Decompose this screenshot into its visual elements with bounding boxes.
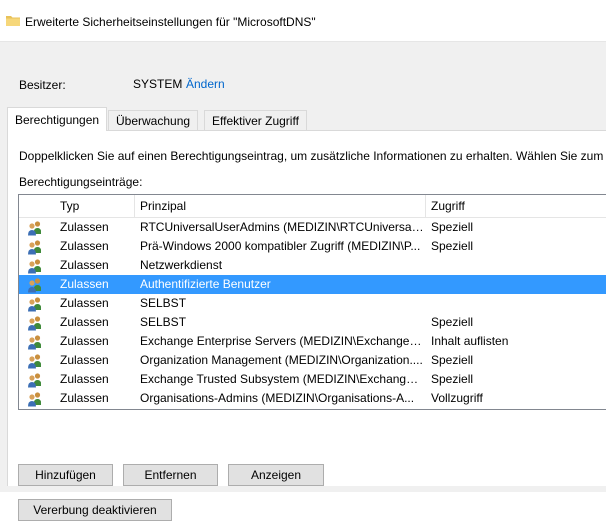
entry-zugriff: Speziell (431, 220, 474, 234)
entry-zugriff (431, 275, 606, 294)
permission-entry-row[interactable]: Zulassen SELBST Speziell (19, 313, 606, 332)
info-text: Doppelklicken Sie auf einen Berechtigung… (19, 149, 606, 163)
entry-prinzipal: Authentifizierte Benutzer (140, 277, 271, 291)
add-button[interactable]: Hinzufügen (18, 464, 113, 486)
remove-button[interactable]: Entfernen (123, 464, 218, 486)
permission-entry-row[interactable]: Zulassen RTCUniversalUserAdmins (MEDIZIN\… (19, 218, 606, 237)
entry-typ: Zulassen (60, 315, 109, 329)
user-group-icon (23, 351, 41, 370)
user-group-icon (23, 313, 41, 332)
entry-zugriff: Vollzugriff (431, 391, 483, 405)
user-group-icon (23, 237, 41, 256)
column-header-zugriff[interactable]: Zugriff (425, 195, 606, 217)
user-group-icon (23, 332, 41, 351)
permission-entry-row[interactable]: Zulassen Netzwerkdienst (19, 256, 606, 275)
user-group-icon (23, 294, 41, 313)
permission-entry-row[interactable]: Zulassen Organization Management (MEDIZIN… (19, 351, 606, 370)
user-group-icon (23, 275, 41, 294)
permission-entry-row[interactable]: Zulassen Authentifizierte Benutzer (19, 275, 606, 294)
permission-entry-row[interactable]: Zulassen Exchange Enterprise Servers (MED… (19, 332, 606, 351)
entry-prinzipal: SELBST (140, 296, 187, 310)
permission-entry-row[interactable]: Zulassen Organisations-Admins (MEDIZIN\Or… (19, 389, 606, 408)
entry-prinzipal: Organisations-Admins (MEDIZIN\Organisati… (140, 391, 415, 405)
list-rows: Zulassen RTCUniversalUserAdmins (MEDIZIN\… (19, 218, 606, 408)
entry-zugriff: Speziell (431, 239, 474, 253)
column-header-typ[interactable]: Typ (54, 195, 134, 217)
column-header-prinzipal[interactable]: Prinzipal (134, 195, 425, 217)
permission-entry-row[interactable]: Zulassen Prä-Windows 2000 kompatibler Zug… (19, 237, 606, 256)
user-group-icon (23, 389, 41, 408)
view-button[interactable]: Anzeigen (228, 464, 324, 486)
list-header: Typ Prinzipal Zugriff (19, 195, 606, 218)
user-group-icon (23, 370, 41, 389)
change-owner-link[interactable]: Ändern (186, 77, 225, 91)
entry-typ: Zulassen (60, 258, 109, 272)
title-bar: Erweiterte Sicherheitseinstellungen für … (0, 0, 606, 42)
entry-typ: Zulassen (60, 296, 109, 310)
entry-typ: Zulassen (60, 391, 109, 405)
folder-icon (6, 16, 20, 26)
entry-prinzipal: SELBST (140, 315, 187, 329)
entry-prinzipal: Prä-Windows 2000 kompatibler Zugriff (ME… (140, 239, 421, 253)
dialog-client-area: Besitzer: SYSTEM Ändern Berechtigungen Ü… (0, 42, 606, 521)
disable-inheritance-button[interactable]: Vererbung deaktivieren (18, 499, 172, 521)
entry-prinzipal: Organization Management (MEDIZIN\Organiz… (140, 353, 423, 367)
owner-label: Besitzer: (19, 78, 66, 92)
entry-typ: Zulassen (60, 277, 109, 291)
entry-prinzipal: Exchange Trusted Subsystem (MEDIZIN\Exch… (140, 372, 424, 386)
permission-entry-row[interactable]: Zulassen Exchange Trusted Subsystem (MEDI… (19, 370, 606, 389)
entry-zugriff: Speziell (431, 315, 474, 329)
entry-typ: Zulassen (60, 353, 109, 367)
entry-zugriff (431, 294, 606, 313)
entry-prinzipal: RTCUniversalUserAdmins (MEDIZIN\RTCUnive… (140, 220, 424, 234)
tab-strip: Berechtigungen Überwachung Effektiver Zu… (7, 107, 606, 131)
entry-typ: Zulassen (60, 220, 109, 234)
permissions-panel: Doppelklicken Sie auf einen Berechtigung… (7, 130, 606, 521)
window-title: Erweiterte Sicherheitseinstellungen für … (25, 15, 316, 29)
tab-berechtigungen[interactable]: Berechtigungen (7, 107, 108, 131)
entry-prinzipal: Netzwerkdienst (140, 258, 223, 272)
entry-typ: Zulassen (60, 334, 109, 348)
permission-entries-list[interactable]: Typ Prinzipal Zugriff Zulassen RTCUnivers… (18, 194, 606, 410)
owner-value: SYSTEM (133, 77, 183, 91)
tab-effektiver-zugriff[interactable]: Effektiver Zugriff (204, 110, 307, 130)
entries-label: Berechtigungseinträge: (19, 175, 143, 189)
entry-zugriff: Speziell (431, 353, 474, 367)
entry-typ: Zulassen (60, 239, 109, 253)
user-group-icon (23, 218, 41, 237)
entry-prinzipal: Exchange Enterprise Servers (MEDIZIN\Exc… (140, 334, 424, 348)
permission-entry-row[interactable]: Zulassen SELBST (19, 294, 606, 313)
user-group-icon (23, 256, 41, 275)
tab-ueberwachung[interactable]: Überwachung (108, 110, 199, 130)
entry-zugriff (431, 256, 606, 275)
entry-zugriff: Speziell (431, 372, 474, 386)
entry-typ: Zulassen (60, 372, 109, 386)
entry-zugriff: Inhalt auflisten (431, 334, 509, 348)
